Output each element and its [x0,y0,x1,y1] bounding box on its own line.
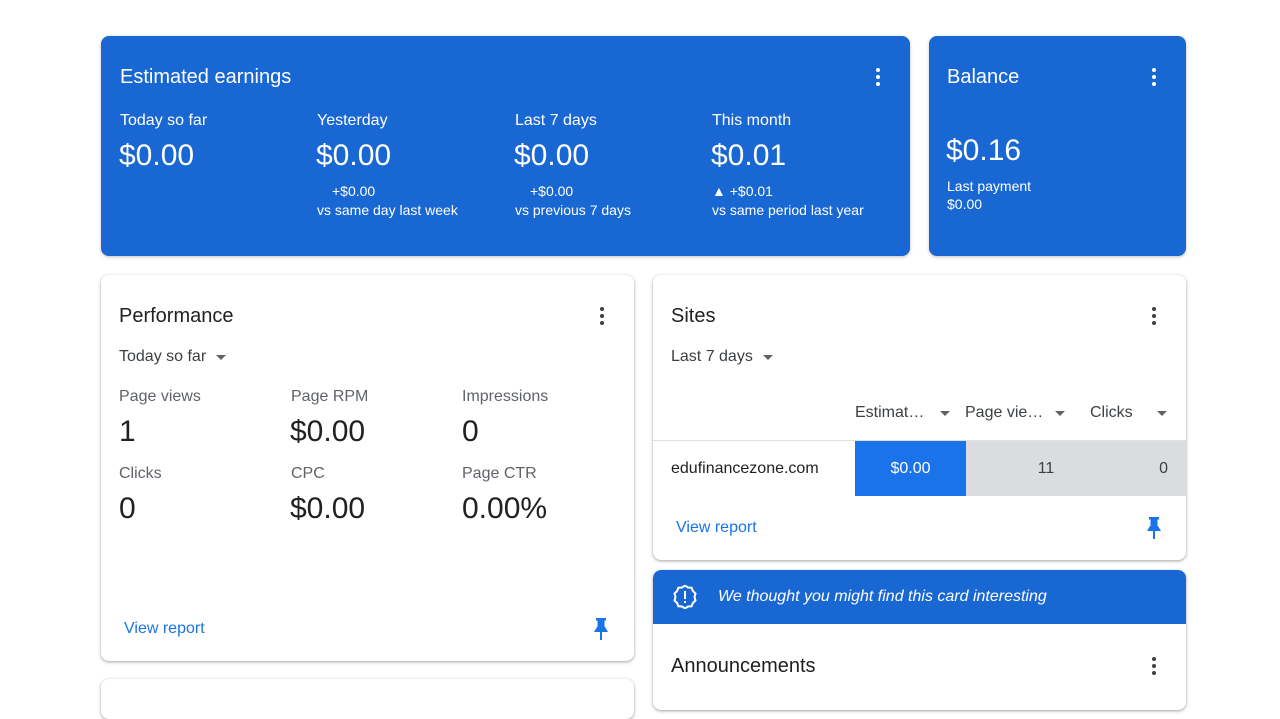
earnings-compare-yesterday: vs same day last week [317,202,458,218]
earnings-delta-yesterday: +$0.00 [332,183,376,199]
column-header-label: Clicks [1090,404,1133,421]
caret-down-icon [762,354,773,360]
metric-label: Impressions [462,388,549,405]
performance-range-label: Today so far [119,348,207,365]
earnings-label-yesterday: Yesterday [317,112,388,129]
balance-title: Balance [947,66,1020,88]
column-header-label: Page vie… [965,404,1044,421]
performance-title: Performance [119,305,234,327]
pin-icon[interactable] [594,618,608,645]
more-options-icon[interactable] [866,65,890,89]
column-header-page-views[interactable]: Page vie… [965,404,1066,422]
caret-down-icon [216,354,227,360]
more-options-icon[interactable] [1142,654,1166,678]
estimated-earnings-title: Estimated earnings [120,66,292,88]
last-payment-label: Last payment [947,178,1032,194]
metric-value: 0 [119,492,136,525]
earnings-value-today: $0.00 [119,139,195,172]
announcements-title: Announcements [671,655,816,677]
more-options-icon[interactable] [590,304,614,328]
balance-card: Balance $0.16 Last payment $0.00 [929,36,1186,256]
metric-value: $0.00 [290,492,366,525]
sites-title: Sites [671,305,716,327]
earnings-delta-month: ▲ +$0.01 [712,183,773,199]
column-header-label: Estimat… [855,404,925,421]
next-card-edge [101,679,634,719]
performance-card: Performance Today so far Page views 1 Pa… [101,275,634,661]
more-options-icon[interactable] [1142,304,1166,328]
earnings-compare-last7: vs previous 7 days [515,202,631,218]
site-clicks-cell: 0 [1126,441,1186,496]
metric-label: CPC [291,465,325,482]
site-earnings-cell: $0.00 [855,441,966,496]
earnings-delta-last7: +$0.00 [530,183,574,199]
sort-caret-icon [1156,410,1167,416]
sites-range-dropdown[interactable]: Last 7 days [671,348,773,366]
suggestion-banner: We thought you might find this card inte… [653,570,1186,624]
metric-value: 1 [119,415,136,448]
view-report-link[interactable]: View report [676,519,757,537]
alert-circle-icon [673,584,697,614]
metric-label: Page CTR [462,465,537,482]
metric-value: $0.00 [290,415,366,448]
earnings-label-last7: Last 7 days [515,112,597,129]
earnings-value-yesterday: $0.00 [316,139,392,172]
sort-caret-icon [940,410,951,416]
metric-label: Page views [119,388,201,405]
earnings-compare-month: vs same period last year [712,202,864,218]
performance-range-dropdown[interactable]: Today so far [119,348,227,366]
column-header-clicks[interactable]: Clicks [1090,404,1167,422]
more-options-icon[interactable] [1142,65,1166,89]
suggestion-text: We thought you might find this card inte… [718,588,1047,605]
announcements-card: We thought you might find this card inte… [653,570,1186,710]
earnings-label-month: This month [712,112,792,129]
site-name: edufinancezone.com [671,459,819,477]
balance-value: $0.16 [946,134,1022,167]
site-page-views-cell: 11 [966,441,1126,496]
earnings-value-last7: $0.00 [514,139,590,172]
metric-label: Page RPM [291,388,369,405]
metric-label: Clicks [119,465,162,482]
pin-icon[interactable] [1147,517,1161,544]
estimated-earnings-card: Estimated earnings Today so far $0.00 Ye… [101,36,910,256]
sort-caret-icon [1055,410,1066,416]
metric-value: 0.00% [462,492,548,525]
view-report-link[interactable]: View report [124,620,205,638]
earnings-label-today: Today so far [120,112,208,129]
earnings-value-month: $0.01 [711,139,787,172]
sites-range-label: Last 7 days [671,348,753,365]
sites-card: Sites Last 7 days Estimat… Page vie… Cli… [653,275,1186,560]
table-row[interactable]: edufinancezone.com $0.00 11 0 [653,440,1186,496]
metric-value: 0 [462,415,479,448]
last-payment-value: $0.00 [947,196,983,212]
column-header-earnings[interactable]: Estimat… [855,404,951,422]
